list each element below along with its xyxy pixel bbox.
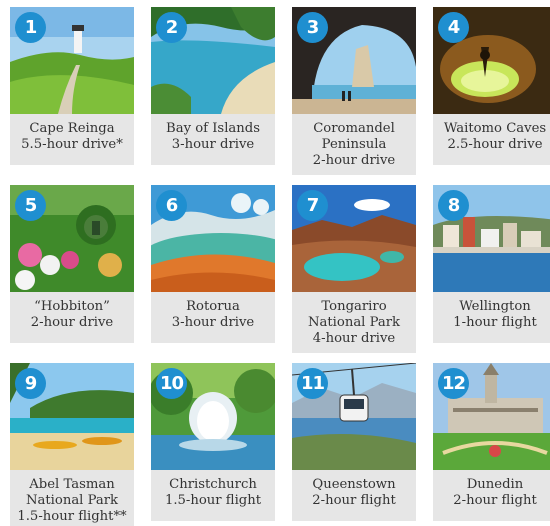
number-badge: 8	[438, 190, 469, 221]
destination-caption: Wellington 1-hour flight	[453, 299, 537, 330]
destination-card-bay-of-islands: 2 Bay of Islands 3-hour drive	[151, 7, 275, 165]
rotorua-photo: 6	[151, 185, 275, 292]
destination-card-abel-tasman: 9 Abel Tasman National Park 1.5-hour fli…	[10, 363, 134, 526]
destination-card-cape-reinga: 1 Cape Reinga 5.5-hour drive*	[10, 7, 134, 165]
destination-caption: Christchurch 1.5-hour flight	[164, 477, 262, 508]
destination-card-rotorua: 6 Rotorua 3-hour drive	[151, 185, 275, 343]
hobbiton-photo: 5	[10, 185, 134, 292]
christchurch-photo: 10	[151, 363, 275, 470]
destination-caption: Bay of Islands 3-hour drive	[166, 121, 260, 152]
wellington-photo: 8	[433, 185, 550, 292]
number-badge: 5	[15, 190, 46, 221]
destination-card-queenstown: 11 Queenstown 2-hour flight	[292, 363, 416, 521]
destination-caption: Abel Tasman National Park 1.5-hour fligh…	[17, 477, 127, 524]
destination-caption: Dunedin 2-hour flight	[453, 477, 537, 508]
number-badge: 12	[438, 368, 469, 399]
bay-of-islands-photo: 2	[151, 7, 275, 114]
destination-card-wellington: 8 Wellington 1-hour flight	[433, 185, 550, 343]
destination-caption: Rotorua 3-hour drive	[171, 299, 255, 330]
number-badge: 9	[15, 368, 46, 399]
destination-caption: Queenstown 2-hour flight	[312, 477, 396, 508]
queenstown-photo: 11	[292, 363, 416, 470]
destination-caption: Cape Reinga 5.5-hour drive*	[21, 121, 123, 152]
destination-caption: Tongariro National Park 4-hour drive	[307, 299, 401, 346]
number-badge: 11	[297, 368, 328, 399]
dunedin-photo: 12	[433, 363, 550, 470]
destination-card-christchurch: 10 Christchurch 1.5-hour flight	[151, 363, 275, 521]
number-badge: 7	[297, 190, 328, 221]
coromandel-photo: 3	[292, 7, 416, 114]
abel-tasman-photo: 9	[10, 363, 134, 470]
number-badge: 10	[156, 368, 187, 399]
destination-caption: Coromandel Peninsula 2-hour drive	[312, 121, 396, 168]
number-badge: 3	[297, 12, 328, 43]
waitomo-caves-photo: 4	[433, 7, 550, 114]
destination-card-dunedin: 12 Dunedin 2-hour flight	[433, 363, 550, 521]
destination-caption: Waitomo Caves 2.5-hour drive	[443, 121, 547, 152]
destination-card-waitomo-caves: 4 Waitomo Caves 2.5-hour drive	[433, 7, 550, 165]
cape-reinga-photo: 1	[10, 7, 134, 114]
number-badge: 2	[156, 12, 187, 43]
number-badge: 1	[15, 12, 46, 43]
number-badge: 4	[438, 12, 469, 43]
destination-card-tongariro: 7 Tongariro National Park 4-hour drive	[292, 185, 416, 353]
destination-card-coromandel: 3 Coromandel Peninsula 2-hour drive	[292, 7, 416, 175]
number-badge: 6	[156, 190, 187, 221]
destination-card-hobbiton: 5 “Hobbiton” 2-hour drive	[10, 185, 134, 343]
tongariro-photo: 7	[292, 185, 416, 292]
destination-caption: “Hobbiton” 2-hour drive	[30, 299, 114, 330]
